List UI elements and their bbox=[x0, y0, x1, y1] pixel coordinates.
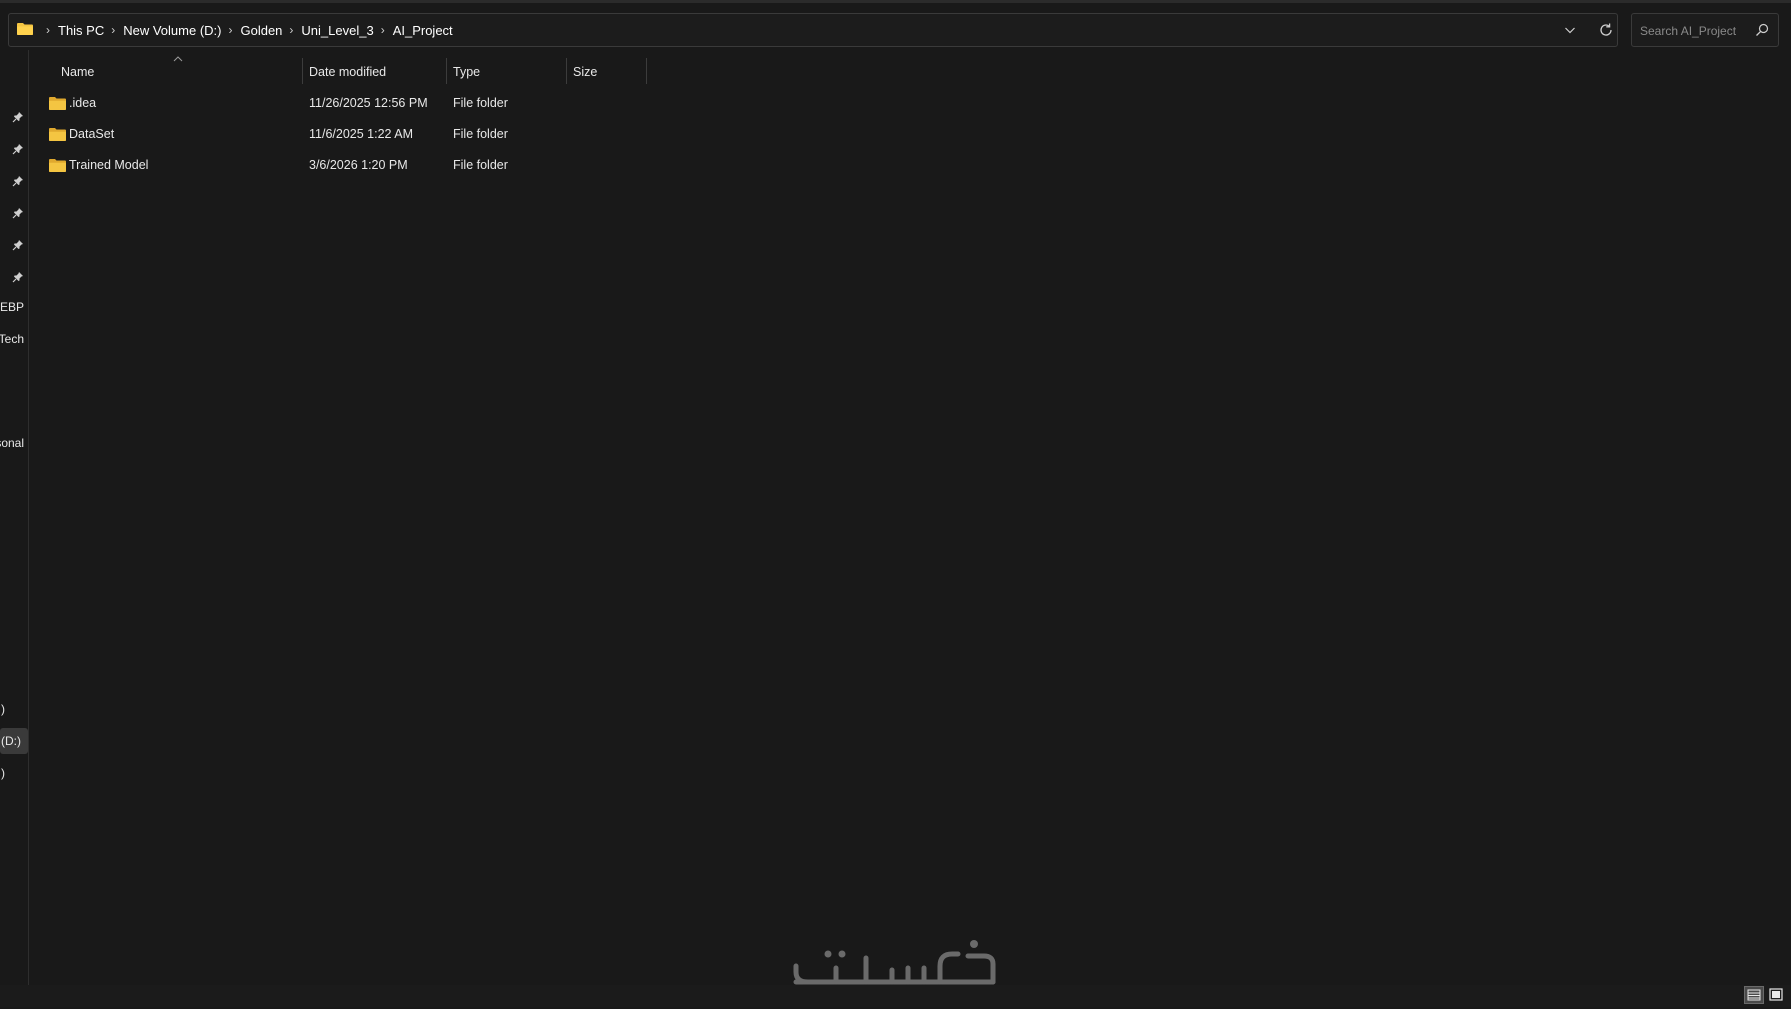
breadcrumb-golden[interactable]: Golden bbox=[240, 23, 282, 38]
chevron-right-icon[interactable]: › bbox=[111, 23, 115, 37]
column-divider[interactable] bbox=[646, 58, 647, 84]
chevron-right-icon[interactable]: › bbox=[228, 23, 232, 37]
pin-icon[interactable] bbox=[12, 111, 24, 123]
nav-item-drive[interactable]: ) bbox=[0, 760, 28, 786]
file-row[interactable]: .idea 11/26/2025 12:56 PM File folder bbox=[44, 89, 644, 117]
column-header-size[interactable]: Size bbox=[566, 58, 646, 86]
file-date-modified: 11/6/2025 1:22 AM bbox=[309, 127, 414, 141]
watermark-logo bbox=[793, 940, 996, 985]
nav-item-new-volume-d[interactable]: (D:) bbox=[0, 728, 28, 754]
search-input[interactable] bbox=[1638, 19, 1752, 43]
folder-icon bbox=[49, 159, 66, 172]
column-header-date-modified[interactable]: Date modified bbox=[302, 58, 446, 86]
nav-item-ebp[interactable]: EBP bbox=[0, 294, 28, 320]
breadcrumb-new-volume[interactable]: New Volume (D:) bbox=[123, 23, 221, 38]
address-bar[interactable]: › This PC › New Volume (D:) › Golden › U… bbox=[8, 13, 1618, 47]
chevron-down-icon[interactable] bbox=[1562, 22, 1578, 38]
breadcrumb-uni-level-3[interactable]: Uni_Level_3 bbox=[301, 23, 373, 38]
navigation-pane[interactable]: EBP Tech sonal ) (D:) ) bbox=[0, 50, 29, 985]
pin-icon[interactable] bbox=[12, 175, 24, 187]
file-type: File folder bbox=[453, 127, 508, 141]
folder-icon bbox=[49, 128, 66, 141]
refresh-icon[interactable] bbox=[1597, 21, 1615, 39]
pin-icon[interactable] bbox=[12, 271, 24, 283]
file-name[interactable]: Trained Model bbox=[69, 158, 148, 172]
breadcrumb-this-pc[interactable]: This PC bbox=[58, 23, 104, 38]
large-icons-view-icon[interactable] bbox=[1766, 986, 1786, 1004]
file-date-modified: 11/26/2025 12:56 PM bbox=[309, 96, 428, 110]
column-header-type[interactable]: Type bbox=[446, 58, 566, 86]
chevron-right-icon[interactable]: › bbox=[289, 23, 293, 37]
details-view-icon[interactable] bbox=[1744, 986, 1764, 1004]
nav-item-personal[interactable]: sonal bbox=[0, 430, 28, 456]
search-box[interactable] bbox=[1631, 13, 1779, 47]
folder-icon bbox=[17, 23, 33, 35]
nav-item-drive[interactable]: ) bbox=[0, 696, 28, 722]
details-view-icon bbox=[1747, 989, 1761, 1001]
window-top-border bbox=[0, 0, 1791, 3]
file-name[interactable]: .idea bbox=[69, 96, 96, 110]
status-bar bbox=[0, 985, 1791, 1007]
pin-icon[interactable] bbox=[12, 239, 24, 251]
search-icon[interactable] bbox=[1754, 22, 1770, 38]
file-row[interactable]: DataSet 11/6/2025 1:22 AM File folder bbox=[44, 120, 644, 148]
pin-icon[interactable] bbox=[12, 207, 24, 219]
folder-icon bbox=[49, 97, 66, 110]
large-icons-view-icon bbox=[1769, 988, 1783, 1001]
file-date-modified: 3/6/2026 1:20 PM bbox=[309, 158, 408, 172]
file-name[interactable]: DataSet bbox=[69, 127, 114, 141]
chevron-right-icon[interactable]: › bbox=[381, 23, 385, 37]
file-type: File folder bbox=[453, 158, 508, 172]
file-row[interactable]: Trained Model 3/6/2026 1:20 PM File fold… bbox=[44, 151, 644, 179]
file-type: File folder bbox=[453, 96, 508, 110]
breadcrumb-ai-project[interactable]: AI_Project bbox=[393, 23, 453, 38]
nav-item-tech[interactable]: Tech bbox=[0, 326, 28, 352]
column-header-name[interactable]: Name bbox=[54, 58, 301, 86]
breadcrumb: › This PC › New Volume (D:) › Golden › U… bbox=[39, 14, 453, 46]
pin-icon[interactable] bbox=[12, 143, 24, 155]
chevron-right-icon[interactable]: › bbox=[46, 23, 50, 37]
